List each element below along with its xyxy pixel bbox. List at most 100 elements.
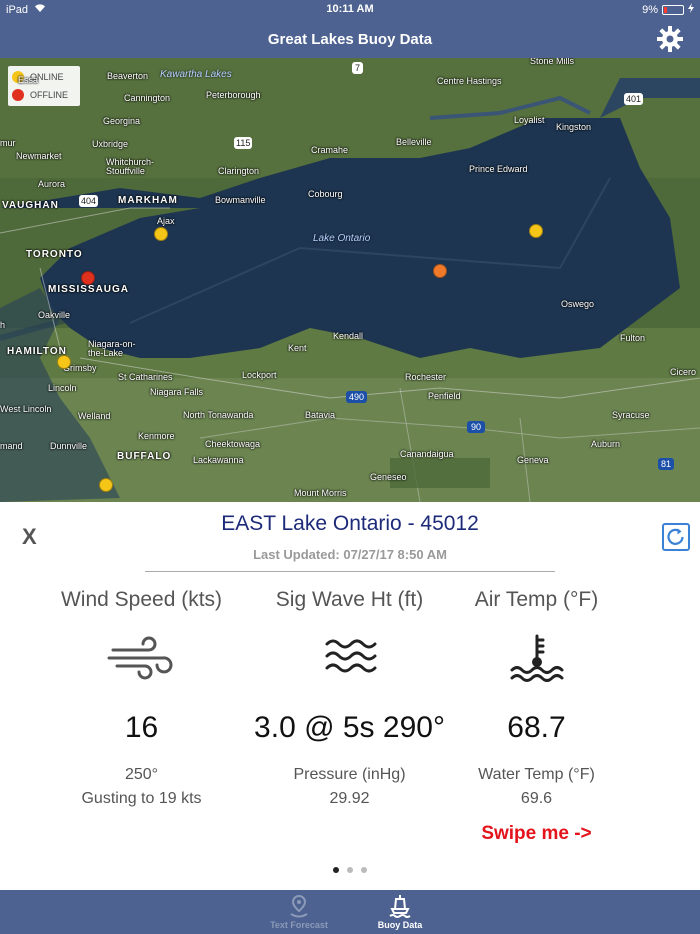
map-label: Centre Hastings — [437, 76, 502, 86]
map-label: Ajax — [157, 216, 175, 226]
map-label: Canandaigua — [400, 449, 454, 459]
map-label: St Catharines — [118, 372, 173, 382]
map-label: MARKHAM — [118, 195, 178, 206]
buoy-icon — [389, 895, 411, 918]
map-label: Kingston — [556, 122, 592, 132]
battery-icon — [662, 4, 684, 15]
map-label: MISSISSAUGA — [48, 284, 130, 295]
highway-shield: 7 — [352, 62, 364, 74]
wind-direction: 250° — [124, 766, 159, 783]
map-label: Lincoln — [48, 383, 77, 393]
highway-shield: 115 — [234, 137, 253, 149]
map-label: Batavia — [305, 410, 336, 420]
wind-gust: Gusting to 19 kts — [81, 790, 202, 807]
map-label: Cheektowaga — [205, 439, 261, 449]
map-label: mand — [0, 441, 23, 451]
page-dot[interactable] — [361, 867, 367, 873]
divider — [145, 571, 555, 572]
waves-icon — [325, 639, 376, 673]
refresh-icon — [667, 528, 684, 545]
air-temp-column: Air Temp (°F) 68.7 Water Temp (°F) 69.6 … — [420, 588, 653, 845]
map-label: Penfield — [428, 391, 461, 401]
highway-shield: 490 — [346, 391, 368, 403]
buoy-marker-offline[interactable] — [81, 271, 95, 285]
location-pin-icon — [290, 894, 308, 918]
map-label: Fulton — [620, 333, 646, 343]
buoy-marker-online[interactable] — [529, 224, 543, 238]
tab-label: Buoy Data — [377, 920, 423, 930]
air-temp-heading: Air Temp (°F) — [474, 588, 599, 611]
status-bar: iPad 10:11 AM 9% — [0, 0, 700, 20]
map-label: North Tonawanda — [183, 410, 254, 420]
buoy-marker-selected[interactable] — [433, 264, 447, 278]
map-label: Niagara Falls — [150, 387, 204, 397]
map-label: Mount Morris — [294, 488, 347, 498]
buoy-marker-online[interactable] — [99, 478, 113, 492]
water-temp-label: Water Temp (°F) — [478, 766, 595, 783]
map-label: Newmarket — [16, 151, 62, 161]
highway-shield: 90 — [467, 421, 486, 433]
highway-shield: 81 — [658, 458, 675, 470]
map-label: Dunnville — [50, 441, 88, 451]
offline-marker-icon — [12, 89, 24, 101]
satellite-map[interactable]: ONLINE OFFLINE Beaverton Kawartha Lakes … — [0, 58, 700, 502]
buoy-detail-panel: X EAST Lake Ontario - 45012 Last Updated… — [0, 502, 700, 890]
map-label: Peterborough — [206, 90, 261, 100]
swipe-hint: Swipe me -> — [481, 823, 592, 844]
buoy-marker-online[interactable] — [57, 355, 71, 369]
map-label: Bowmanville — [215, 195, 266, 205]
battery-percent: 9% — [642, 3, 658, 16]
legend-offline: OFFLINE — [12, 89, 68, 101]
tab-label: Text Forecast — [270, 920, 328, 930]
map-label: Aurora — [38, 179, 66, 189]
charging-icon — [688, 3, 694, 16]
map-label: Beaverton — [107, 71, 149, 81]
map-label: Lackawanna — [193, 455, 244, 465]
map-label: Syracuse — [612, 410, 650, 420]
map-label: Whitchurch- Stouffville — [106, 157, 155, 176]
lake-name-label: Lake Ontario — [313, 233, 371, 244]
highway-shield: 404 — [79, 195, 99, 207]
map-label: Cicero — [670, 367, 697, 377]
settings-button[interactable] — [656, 25, 684, 53]
legend-offline-label: OFFLINE — [30, 90, 69, 100]
map-label: Cobourg — [308, 189, 343, 199]
map-label: Geneva — [517, 455, 549, 465]
map-label: Kent — [288, 343, 307, 353]
gear-icon — [657, 26, 683, 52]
map-label: Kawartha Lakes — [160, 69, 232, 80]
tab-buoy-data[interactable]: Buoy Data — [355, 890, 445, 934]
page-dot[interactable] — [333, 867, 339, 873]
map-label: HAMILTON — [7, 346, 67, 357]
map-label: Stone Mills — [530, 58, 575, 66]
map-label: Cramahe — [311, 145, 349, 155]
wind-speed-heading: Wind Speed (kts) — [60, 588, 223, 611]
map-label: Oswego — [561, 299, 595, 309]
map-label: Kendall — [333, 331, 364, 341]
wind-speed-value: 16 — [124, 711, 159, 744]
map-label: Kenmore — [138, 431, 175, 441]
tab-text-forecast[interactable]: Text Forecast — [254, 890, 344, 934]
map-label: h — [0, 320, 6, 330]
tab-bar: Text Forecast Buoy Data — [0, 890, 700, 934]
refresh-button[interactable] — [662, 523, 690, 551]
map-label: mur — [0, 138, 16, 148]
last-updated: Last Updated: 07/27/17 8:50 AM — [253, 547, 447, 562]
water-temp-value: 69.6 — [520, 790, 553, 807]
page-indicator[interactable] — [0, 867, 700, 873]
status-time: 10:11 AM — [326, 3, 374, 15]
app-title: Great Lakes Buoy Data — [267, 31, 433, 48]
status-right: 9% — [642, 3, 694, 16]
map-label: Niagara-on- the-Lake — [88, 339, 136, 358]
page-dot[interactable] — [347, 867, 353, 873]
map-label: VAUGHAN — [2, 200, 59, 211]
water-temperature-icon — [510, 634, 563, 682]
map-label: Georgina — [103, 116, 141, 126]
buoy-marker-online[interactable] — [154, 227, 168, 241]
map-label: Belleville — [396, 137, 432, 147]
map-label: Geneseo — [370, 472, 407, 482]
map-label: Loyalist — [514, 115, 545, 125]
navigation-bar: Great Lakes Buoy Data — [0, 20, 700, 58]
map-label: Clarington — [218, 166, 260, 176]
map-label: West Lincoln — [0, 404, 52, 414]
